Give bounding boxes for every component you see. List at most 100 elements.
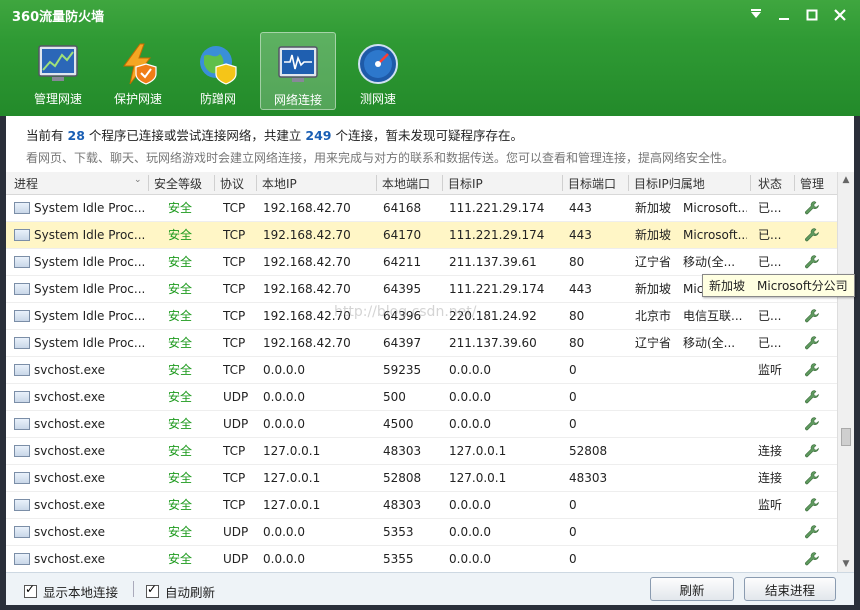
table-row[interactable]: svchost.exe 安全 UDP 0.0.0.0 5355 0.0.0.0 0	[6, 546, 838, 572]
cell-status: 监听	[758, 363, 783, 377]
table-row[interactable]: svchost.exe 安全 UDP 0.0.0.0 4500 0.0.0.0 0	[6, 411, 838, 438]
cell-target-ip: 0.0.0.0	[449, 552, 491, 566]
menu-icon[interactable]	[742, 4, 770, 26]
table-row[interactable]: System Idle Proc... 安全 TCP 192.168.42.70 643…	[6, 330, 838, 357]
table-row[interactable]: svchost.exe 安全 TCP 127.0.0.1 48303 0.0.0.0 0 监听	[6, 492, 838, 519]
tool-anti-freeload[interactable]: 防蹭网	[180, 32, 256, 110]
cell-target-ip: 111.221.29.174	[449, 228, 545, 242]
wrench-icon[interactable]	[804, 227, 820, 243]
cell-location	[635, 384, 747, 410]
wrench-icon[interactable]	[804, 551, 820, 567]
col-local-port[interactable]: 本地端口	[382, 175, 430, 192]
process-window-icon	[14, 391, 30, 403]
tool-manage-speed[interactable]: 管理网速	[20, 32, 96, 110]
cell-target-ip: 111.221.29.174	[449, 282, 545, 296]
table-row[interactable]: svchost.exe 安全 TCP 0.0.0.0 59235 0.0.0.0 0 监听	[6, 357, 838, 384]
wrench-icon[interactable]	[804, 497, 820, 513]
col-process[interactable]: 进程	[14, 175, 38, 192]
process-window-icon	[14, 499, 30, 511]
cell-safety: 安全	[168, 417, 193, 431]
table-row[interactable]: System Idle Proc... 安全 TCP 192.168.42.70 643…	[6, 303, 838, 330]
table-row[interactable]: svchost.exe 安全 UDP 0.0.0.0 500 0.0.0.0 0	[6, 384, 838, 411]
cell-status: 连接	[758, 444, 783, 458]
speedometer-icon	[358, 44, 398, 84]
cell-safety: 安全	[168, 255, 193, 269]
wrench-icon[interactable]	[804, 524, 820, 540]
cell-target-port: 80	[569, 336, 585, 350]
cell-local-port: 64211	[383, 255, 422, 269]
tool-protect-speed[interactable]: 保护网速	[100, 32, 176, 110]
table-row[interactable]: System Idle Proc... 安全 TCP 192.168.42.70 641…	[6, 222, 838, 249]
auto-refresh-checkbox[interactable]: 自动刷新	[146, 582, 215, 601]
process-window-icon	[14, 283, 30, 295]
window-controls	[742, 4, 854, 26]
cell-target-port: 0	[569, 552, 577, 566]
col-location[interactable]: 目标IP归属地	[634, 175, 705, 192]
cell-target-port: 0	[569, 363, 577, 377]
cell-target-ip: 211.137.39.60	[449, 336, 537, 350]
checkbox-icon[interactable]	[146, 582, 159, 598]
title-toolbar-area: 360流量防火墙 管理网速 保护网速 防蹭网 网络连接 测网速	[0, 0, 860, 116]
wrench-icon[interactable]	[804, 200, 820, 216]
vertical-scrollbar[interactable]: ▲ ▼	[837, 172, 854, 572]
process-window-icon	[14, 229, 30, 241]
cell-status	[758, 546, 792, 572]
cell-target-port: 0	[569, 417, 577, 431]
col-status[interactable]: 状态	[758, 175, 782, 192]
minimize-icon[interactable]	[770, 4, 798, 26]
wrench-icon[interactable]	[804, 254, 820, 270]
table-row[interactable]: svchost.exe 安全 TCP 127.0.0.1 52808 127.0.0.1 4…	[6, 465, 838, 492]
cell-target-ip: 127.0.0.1	[449, 444, 507, 458]
col-local-ip[interactable]: 本地IP	[262, 175, 297, 192]
end-process-button[interactable]: 结束进程	[744, 577, 836, 601]
table-row[interactable]: svchost.exe 安全 TCP 127.0.0.1 48303 127.0.0.1 5…	[6, 438, 838, 465]
sort-icon: ⌄	[134, 175, 142, 185]
cell-process: System Idle Proc...	[34, 201, 146, 215]
cell-protocol: UDP	[223, 417, 249, 431]
wrench-icon[interactable]	[804, 389, 820, 405]
cell-protocol: TCP	[223, 282, 246, 296]
col-protocol[interactable]: 协议	[220, 175, 244, 192]
close-icon[interactable]	[826, 4, 854, 26]
scroll-up-icon[interactable]: ▲	[838, 172, 854, 188]
tool-network-connections[interactable]: 网络连接	[260, 32, 336, 110]
program-count: 28	[67, 128, 85, 143]
cell-status	[758, 411, 792, 437]
cell-target-port: 48303	[569, 471, 608, 485]
cell-target-port: 0	[569, 390, 577, 404]
refresh-button[interactable]: 刷新	[650, 577, 734, 601]
cell-status: 已...	[758, 201, 782, 215]
wrench-icon[interactable]	[804, 416, 820, 432]
wrench-icon[interactable]	[804, 308, 820, 324]
tool-label: 管理网速	[33, 92, 82, 106]
col-manage[interactable]: 管理	[800, 175, 824, 192]
table-row[interactable]: svchost.exe 安全 UDP 0.0.0.0 5353 0.0.0.0 0	[6, 519, 838, 546]
wrench-icon[interactable]	[804, 335, 820, 351]
col-target-ip[interactable]: 目标IP	[448, 175, 483, 192]
process-window-icon	[14, 337, 30, 349]
col-safety[interactable]: 安全等级	[154, 175, 202, 192]
cell-target-ip: 0.0.0.0	[449, 390, 491, 404]
tool-speed-test[interactable]: 测网速	[340, 32, 416, 110]
maximize-icon[interactable]	[798, 4, 826, 26]
table-row[interactable]: System Idle Proc... 安全 TCP 192.168.42.70 641…	[6, 195, 838, 222]
scroll-down-icon[interactable]: ▼	[838, 556, 854, 572]
cell-protocol: UDP	[223, 552, 249, 566]
show-local-checkbox[interactable]: 显示本地连接	[24, 582, 118, 601]
cell-target-ip: 220.181.24.92	[449, 309, 537, 323]
wrench-icon[interactable]	[804, 362, 820, 378]
scroll-thumb[interactable]	[841, 428, 851, 446]
cell-process: svchost.exe	[34, 525, 105, 539]
table-row[interactable]: System Idle Proc... 安全 TCP 192.168.42.70 642…	[6, 249, 838, 276]
cell-process: svchost.exe	[34, 363, 105, 377]
cell-safety: 安全	[168, 498, 193, 512]
checkbox-icon[interactable]	[24, 582, 37, 598]
lightning-shield-icon	[123, 43, 157, 85]
cell-protocol: TCP	[223, 444, 246, 458]
cell-local-ip: 192.168.42.70	[263, 228, 351, 242]
location-tooltip: 新加坡 Microsoft分公司	[702, 274, 855, 297]
wrench-icon[interactable]	[804, 470, 820, 486]
wrench-icon[interactable]	[804, 443, 820, 459]
window-title: 360流量防火墙	[12, 10, 105, 25]
col-target-port[interactable]: 目标端口	[568, 175, 616, 192]
